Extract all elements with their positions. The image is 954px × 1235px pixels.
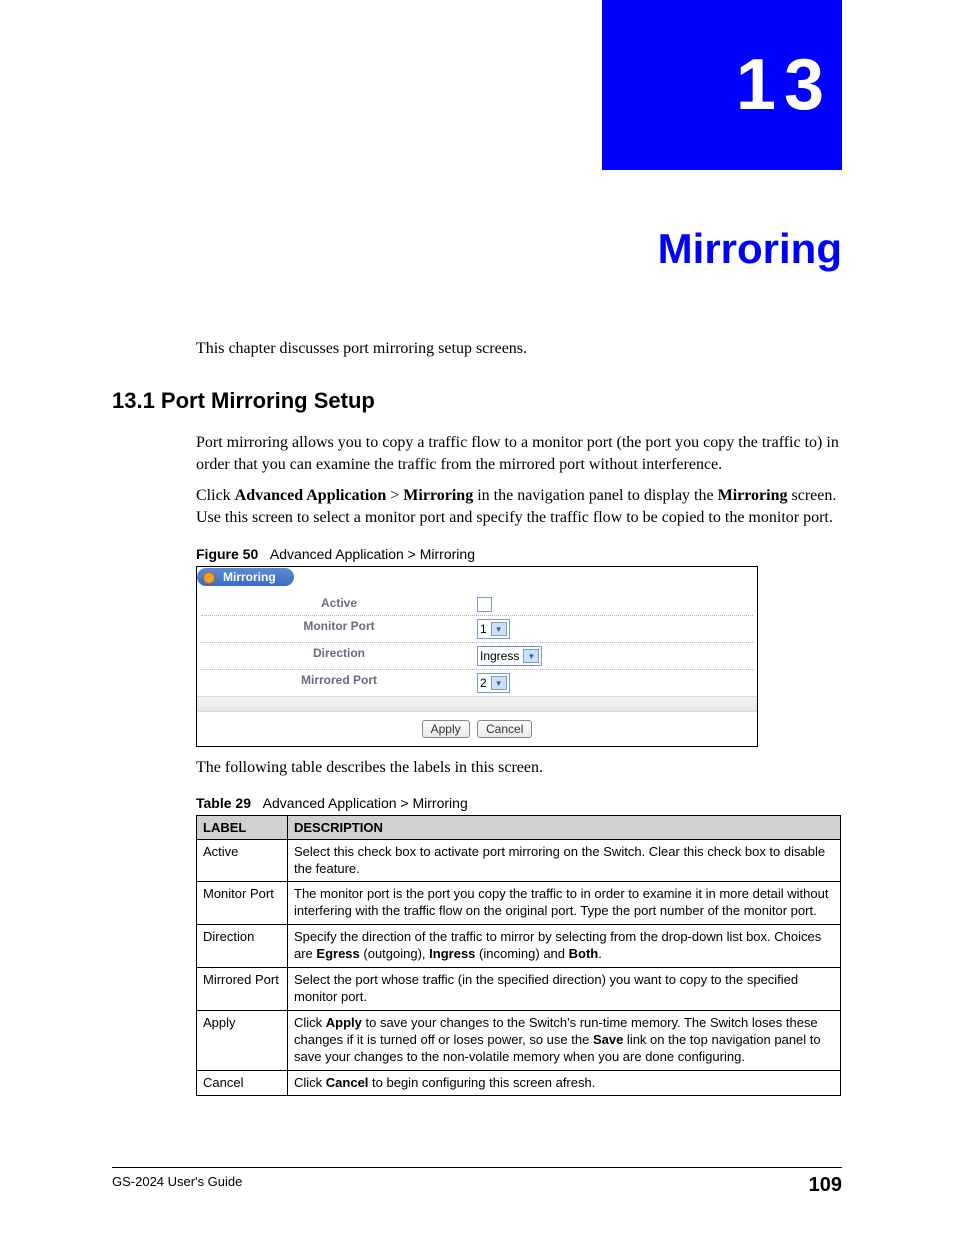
table-cell-desc: Select this check box to activate port m… xyxy=(288,839,841,882)
text: > xyxy=(386,487,403,504)
chevron-down-icon: ▾ xyxy=(491,676,507,690)
select-value: 1 xyxy=(480,622,487,636)
table-cell-label: Active xyxy=(197,839,288,882)
section-paragraph-2: Click Advanced Application > Mirroring i… xyxy=(196,485,842,528)
page-footer: GS-2024 User's Guide 109 xyxy=(112,1167,842,1197)
figure-label-direction: Direction xyxy=(201,646,477,666)
text: Click xyxy=(294,1015,326,1030)
table-cell-label: Mirrored Port xyxy=(197,968,288,1011)
figure-screenshot: Mirroring Active Monitor Port 1 ▾ xyxy=(196,566,758,746)
table-row: Apply Click Apply to save your changes t… xyxy=(197,1010,841,1070)
table-row: Active Select this check box to activate… xyxy=(197,839,841,882)
text: to begin configuring this screen afresh. xyxy=(368,1075,595,1090)
bold-text: Ingress xyxy=(429,946,475,961)
after-figure-text: The following table describes the labels… xyxy=(196,759,842,777)
table-cell-label: Direction xyxy=(197,925,288,968)
mirrored-port-select[interactable]: 2 ▾ xyxy=(477,673,510,693)
active-checkbox[interactable] xyxy=(477,597,492,612)
cancel-button[interactable]: Cancel xyxy=(477,720,532,738)
text: Click xyxy=(196,487,235,504)
bold-text: Save xyxy=(593,1032,623,1047)
figure-label-mirrored-port: Mirrored Port xyxy=(201,673,477,693)
select-value: 2 xyxy=(480,676,487,690)
description-table: LABEL DESCRIPTION Active Select this che… xyxy=(196,815,841,1097)
table-caption-label: Table 29 xyxy=(196,795,251,811)
text: Click xyxy=(294,1075,326,1090)
chevron-down-icon: ▾ xyxy=(491,622,507,636)
table-caption: Table 29 Advanced Application > Mirrorin… xyxy=(196,795,842,811)
bold-text: Advanced Application xyxy=(235,487,387,504)
table-header-label: LABEL xyxy=(197,815,288,839)
figure-label-monitor-port: Monitor Port xyxy=(201,619,477,639)
table-cell-desc: Specify the direction of the traffic to … xyxy=(288,925,841,968)
text: (incoming) and xyxy=(475,946,568,961)
chapter-intro: This chapter discusses port mirroring se… xyxy=(196,340,842,358)
monitor-port-select[interactable]: 1 ▾ xyxy=(477,619,510,639)
table-header-desc: DESCRIPTION xyxy=(288,815,841,839)
table-cell-desc: Select the port whose traffic (in the sp… xyxy=(288,968,841,1011)
text: (outgoing), xyxy=(360,946,429,961)
chapter-title: Mirroring xyxy=(658,225,842,273)
chapter-number-box: 13 xyxy=(602,0,842,170)
table-row: Mirrored Port Select the port whose traf… xyxy=(197,968,841,1011)
table-row: Cancel Click Cancel to begin configuring… xyxy=(197,1070,841,1096)
table-cell-label: Apply xyxy=(197,1010,288,1070)
table-row: Direction Specify the direction of the t… xyxy=(197,925,841,968)
table-row: Monitor Port The monitor port is the por… xyxy=(197,882,841,925)
text: . xyxy=(598,946,602,961)
bold-text: Cancel xyxy=(326,1075,369,1090)
select-value: Ingress xyxy=(480,649,519,663)
bold-text: Mirroring xyxy=(718,487,788,504)
figure-caption-label: Figure 50 xyxy=(196,546,258,562)
table-cell-desc: Click Apply to save your changes to the … xyxy=(288,1010,841,1070)
bold-text: Egress xyxy=(316,946,359,961)
figure-label-active: Active xyxy=(201,596,477,611)
figure-caption: Figure 50 Advanced Application > Mirrori… xyxy=(196,546,842,562)
figure-caption-text: Advanced Application > Mirroring xyxy=(270,546,475,562)
table-cell-label: Cancel xyxy=(197,1070,288,1096)
text: in the navigation panel to display the xyxy=(473,487,717,504)
chevron-down-icon: ▾ xyxy=(523,649,539,663)
bold-text: Both xyxy=(569,946,599,961)
footer-guide-name: GS-2024 User's Guide xyxy=(112,1174,242,1197)
table-caption-text: Advanced Application > Mirroring xyxy=(263,795,468,811)
bold-text: Mirroring xyxy=(403,487,473,504)
bold-text: Apply xyxy=(326,1015,362,1030)
table-cell-desc: The monitor port is the port you copy th… xyxy=(288,882,841,925)
apply-button[interactable]: Apply xyxy=(422,720,470,738)
section-paragraph-1: Port mirroring allows you to copy a traf… xyxy=(196,432,842,475)
footer-page-number: 109 xyxy=(809,1174,842,1197)
figure-tab: Mirroring xyxy=(197,568,294,586)
section-heading: 13.1 Port Mirroring Setup xyxy=(112,388,842,414)
table-cell-label: Monitor Port xyxy=(197,882,288,925)
table-cell-desc: Click Cancel to begin configuring this s… xyxy=(288,1070,841,1096)
direction-select[interactable]: Ingress ▾ xyxy=(477,646,542,666)
